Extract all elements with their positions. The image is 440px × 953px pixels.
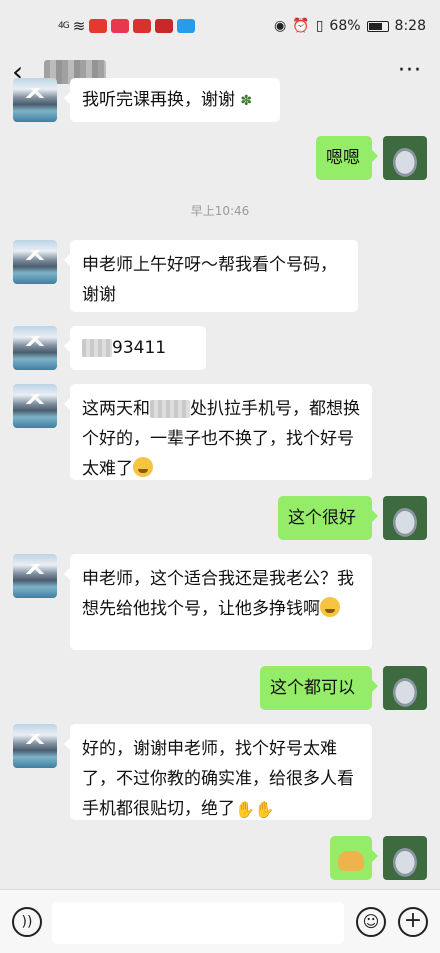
message-bubble-incoming[interactable]: 93411: [64, 326, 206, 370]
input-bar: )) ☺ +: [0, 889, 440, 953]
message-bubble-incoming[interactable]: 我听完课再换，谢谢 ✽: [64, 78, 280, 122]
message-bubble-incoming[interactable]: 申老师，这个适合我还是我老公？我想先给他找个号，让他多挣钱啊: [64, 554, 372, 650]
clap-emoji-icon: ✋: [235, 800, 255, 819]
redacted-text: [82, 339, 112, 357]
message-bubble-incoming[interactable]: 申老师上午好呀～帮我看个号码，谢谢: [64, 240, 358, 312]
contact-avatar[interactable]: [13, 724, 57, 768]
contact-avatar[interactable]: [13, 326, 57, 370]
message-text: 好的，谢谢申老师，找个好号太难了，不过你教的确实准，给很多人看手机都很贴切，绝了: [82, 739, 354, 819]
message-text: 嗯嗯: [326, 148, 360, 168]
contact-avatar[interactable]: [13, 78, 57, 122]
message-bubble-incoming[interactable]: 好的，谢谢申老师，找个好号太难了，不过你教的确实准，给很多人看手机都很贴切，绝了…: [64, 724, 372, 820]
message-text: 申老师上午好呀～帮我看个号码，谢谢: [82, 255, 337, 305]
voice-icon[interactable]: )): [12, 907, 42, 937]
message-bubble-outgoing[interactable]: 嗯嗯: [316, 136, 378, 180]
laughing-emoji-icon: [320, 597, 340, 617]
my-avatar[interactable]: [383, 666, 427, 710]
contact-avatar[interactable]: [13, 384, 57, 428]
plus-icon[interactable]: +: [398, 907, 428, 937]
timestamp: 早上10:46: [190, 204, 250, 218]
contact-avatar[interactable]: [13, 240, 57, 284]
my-avatar[interactable]: [383, 836, 427, 880]
handshake-emoji-icon: [338, 851, 364, 871]
smile-icon[interactable]: ☺: [356, 907, 386, 937]
message-text: 93411: [112, 338, 167, 358]
my-avatar[interactable]: [383, 136, 427, 180]
message-text: 这个都可以: [270, 678, 355, 698]
message-input[interactable]: [52, 902, 344, 944]
message-text: 申老师，这个适合我还是我老公？我想先给他找个号，让他多挣钱啊: [82, 569, 354, 619]
message-bubble-outgoing[interactable]: 这个都可以: [260, 666, 378, 710]
message-text: 这个很好: [288, 508, 356, 528]
clap-emoji-icon: ✋: [254, 800, 275, 819]
plant-emoji-icon: ✽: [240, 93, 253, 109]
message-bubble-outgoing[interactable]: [330, 836, 378, 880]
message-text: 我听完课再换，谢谢: [82, 90, 235, 110]
my-avatar[interactable]: [383, 496, 427, 540]
message-bubble-incoming[interactable]: 这两天和 处扒拉手机号，都想换个好的，一辈子也不换了，找个好号太难了: [64, 384, 372, 480]
message-list: 我听完课再换，谢谢 ✽ 嗯嗯 早上10:46 申老师上午好呀～帮我看个号码，谢谢…: [0, 0, 440, 953]
message-text: 这两天和: [82, 399, 150, 419]
contact-avatar[interactable]: [13, 554, 57, 598]
message-bubble-outgoing[interactable]: 这个很好: [278, 496, 378, 540]
laughing-emoji-icon: [133, 457, 153, 477]
redacted-text: [150, 400, 190, 418]
